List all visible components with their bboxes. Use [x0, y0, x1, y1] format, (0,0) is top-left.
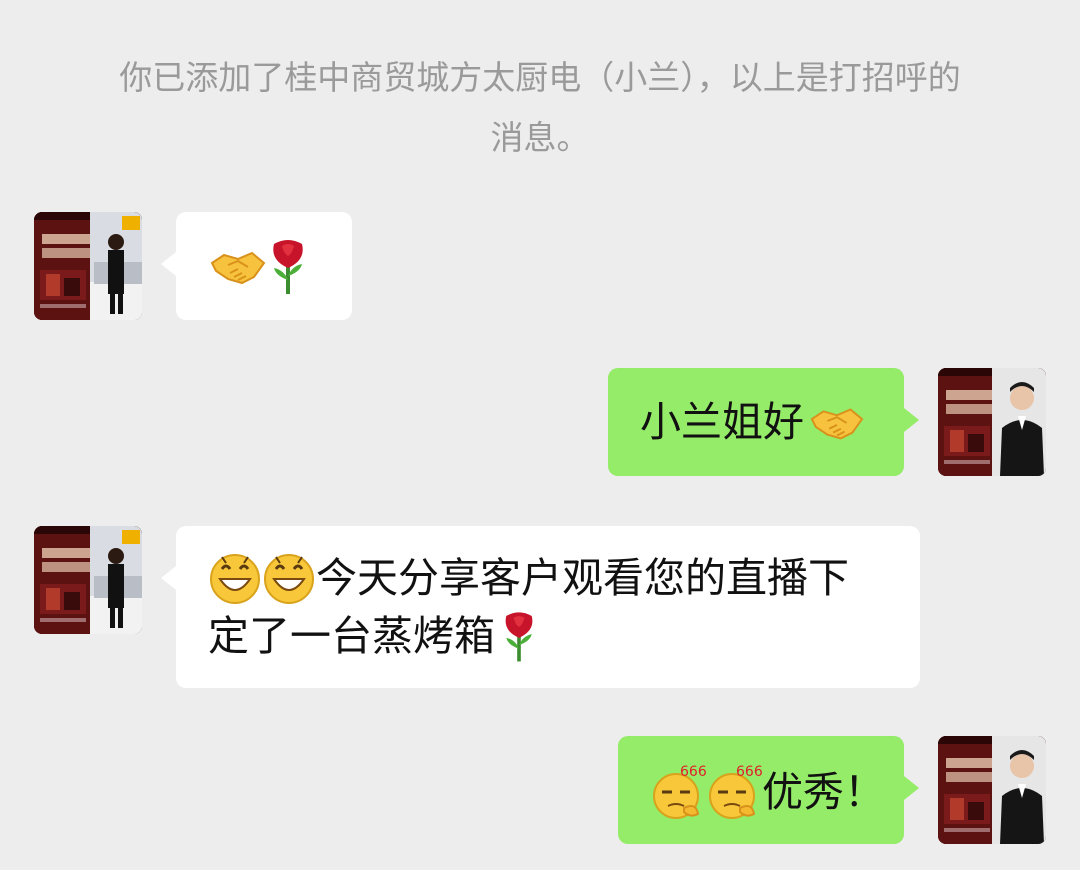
rose-icon	[266, 236, 310, 296]
message-text-line2: 定了一台蒸烤箱	[208, 612, 495, 660]
bubble-tail	[904, 776, 919, 800]
666-icon: 666	[650, 762, 706, 822]
emoji-caption: 666	[736, 764, 762, 780]
bubble-tail	[161, 566, 176, 590]
message-text: 优秀！	[762, 768, 885, 816]
handshake-icon	[808, 394, 864, 450]
message-text: 小兰姐好	[640, 398, 804, 446]
rose-icon	[499, 608, 539, 664]
contact-avatar[interactable]	[34, 212, 142, 320]
message-bubble-contact-1[interactable]	[161, 212, 352, 320]
666-icon: 666	[706, 762, 762, 822]
message-text-line1: 今天分享客户观看您的直播下	[316, 554, 849, 602]
grin-icon	[262, 551, 316, 605]
grin-icon	[208, 551, 262, 605]
handshake-icon	[208, 237, 266, 295]
emoji-caption: 666	[680, 764, 706, 780]
system-notice: 你已添加了桂中商贸城方太厨电（小兰），以上是打招呼的 消息。	[80, 48, 1000, 168]
message-bubble-contact-2[interactable]: 今天分享客户观看您的直播下 定了一台蒸烤箱	[161, 526, 920, 688]
system-notice-line1: 你已添加了桂中商贸城方太厨电（小兰），以上是打招呼的	[119, 58, 961, 97]
message-bubble-self-2[interactable]: 666 666 优秀！	[618, 736, 919, 844]
contact-avatar[interactable]	[34, 526, 142, 634]
system-notice-line2: 消息。	[490, 118, 590, 157]
message-bubble-self-1[interactable]: 小兰姐好	[608, 368, 919, 476]
self-avatar[interactable]	[938, 736, 1046, 844]
bubble-tail	[904, 408, 919, 432]
self-avatar[interactable]	[938, 368, 1046, 476]
bubble-tail	[161, 252, 176, 276]
